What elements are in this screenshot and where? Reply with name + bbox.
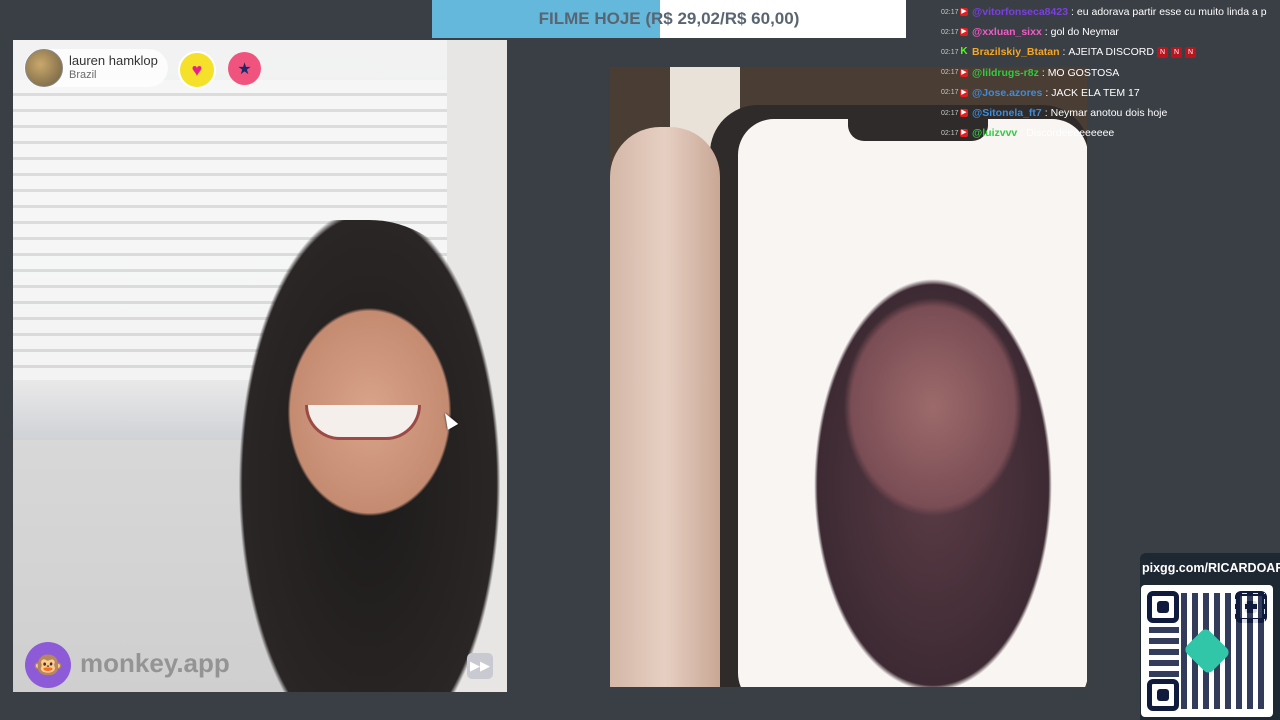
youtube-icon: ▶ bbox=[960, 88, 968, 97]
emote-icon: N bbox=[1156, 46, 1168, 58]
chat-text: eu adorava partir esse cu muito linda a … bbox=[1076, 6, 1267, 19]
qr-finder bbox=[1147, 591, 1179, 623]
chat-timestamp: 02:17 bbox=[941, 109, 959, 117]
monkey-logo-icon: 🐵 bbox=[25, 642, 71, 688]
chat-timestamp: 02:17 bbox=[941, 8, 959, 16]
emote-icon: N bbox=[1170, 46, 1182, 58]
chat-username[interactable]: @Sitonela_ft7 bbox=[972, 107, 1042, 119]
heart-icon[interactable]: ♥ bbox=[178, 51, 216, 89]
chat-overlay: 02:17 ▶ @vitorfonseca8423: eu adorava part… bbox=[941, 2, 1280, 143]
youtube-icon: ▶ bbox=[960, 28, 968, 37]
stranger-video bbox=[13, 40, 507, 692]
self-video bbox=[610, 67, 1087, 687]
chat-username[interactable]: @vitorfonseca8423 bbox=[972, 6, 1068, 18]
skip-forward-icon[interactable]: ▶▶ bbox=[467, 653, 493, 679]
donation-url[interactable]: pixgg.com/RICARDOARA bbox=[1142, 561, 1280, 575]
emote-icon: N bbox=[1184, 46, 1196, 58]
youtube-icon: ▶ bbox=[960, 129, 968, 138]
goal-progress-bar: FILME HOJE (R$ 29,02/R$ 60,00) bbox=[432, 0, 906, 38]
monkey-avatar-icon bbox=[25, 49, 63, 87]
qr-code-icon bbox=[1141, 585, 1273, 717]
stranger-country: Brazil bbox=[69, 69, 97, 81]
app-name: monkey.app bbox=[80, 648, 230, 678]
stranger-smile bbox=[305, 405, 421, 440]
stranger-name: lauren hamklop bbox=[69, 53, 158, 68]
chat-username[interactable]: Brazilskiy_Btatan bbox=[972, 46, 1060, 58]
chat-text: gol do Neymar bbox=[1050, 26, 1119, 39]
chat-username[interactable]: @lildrugs-r8z bbox=[972, 67, 1039, 79]
chat-message: 02:17 ▶ @xxluan_sixx: gol do Neymar bbox=[941, 22, 1280, 42]
goal-text: FILME HOJE (R$ 29,02/R$ 60,00) bbox=[538, 9, 800, 28]
chat-message: 02:17 ▶ @vitorfonseca8423: eu adorava part… bbox=[941, 2, 1280, 22]
youtube-icon: ▶ bbox=[960, 109, 968, 118]
chat-timestamp: 02:17 bbox=[941, 48, 959, 56]
chat-username[interactable]: @xxluan_sixx bbox=[972, 26, 1042, 38]
predator-image bbox=[768, 199, 1087, 687]
chat-message: 02:17 ▶ @luizvvv: Discordeeeeeeeee bbox=[941, 123, 1280, 143]
police-icon[interactable]: ★ bbox=[228, 52, 261, 85]
chat-username[interactable]: @luizvvv bbox=[972, 127, 1017, 139]
donation-panel: pixgg.com/RICARDOARA bbox=[1140, 553, 1280, 720]
chat-text: AJEITA DISCORD bbox=[1068, 46, 1154, 59]
chat-timestamp: 02:17 bbox=[941, 28, 959, 36]
youtube-icon: ▶ bbox=[960, 68, 968, 77]
stranger-profile-card[interactable]: lauren hamklop Brazil bbox=[24, 49, 168, 87]
chat-text: Neymar anotou dois hoje bbox=[1050, 107, 1168, 120]
kick-icon: K bbox=[960, 46, 968, 58]
qr-pattern bbox=[1149, 625, 1179, 677]
chat-message: 02:17 ▶ @lildrugs-r8z: MO GOSTOSA bbox=[941, 63, 1280, 83]
phone-screen bbox=[738, 119, 1087, 687]
chat-timestamp: 02:17 bbox=[941, 129, 959, 137]
youtube-icon: ▶ bbox=[960, 8, 968, 17]
qr-finder bbox=[1147, 679, 1179, 711]
chat-message: 02:17 ▶ @Jose.azores: JACK ELA TEM 17 bbox=[941, 83, 1280, 103]
chat-message: 02:17 K Brazilskiy_Btatan: AJEITA DISCORD N… bbox=[941, 42, 1280, 62]
chat-message: 02:17 ▶ @Sitonela_ft7: Neymar anotou dois … bbox=[941, 103, 1280, 123]
hand-fingers bbox=[610, 127, 720, 687]
chat-text: MO GOSTOSA bbox=[1047, 66, 1120, 79]
chat-text: Discordeeeeeeeee bbox=[1026, 127, 1115, 140]
stranger-person bbox=[188, 220, 507, 692]
held-phone bbox=[710, 105, 1087, 687]
chat-username[interactable]: @Jose.azores bbox=[972, 87, 1042, 99]
chat-timestamp: 02:17 bbox=[941, 89, 959, 97]
chat-timestamp: 02:17 bbox=[941, 69, 959, 77]
chat-text: JACK ELA TEM 17 bbox=[1051, 86, 1140, 99]
